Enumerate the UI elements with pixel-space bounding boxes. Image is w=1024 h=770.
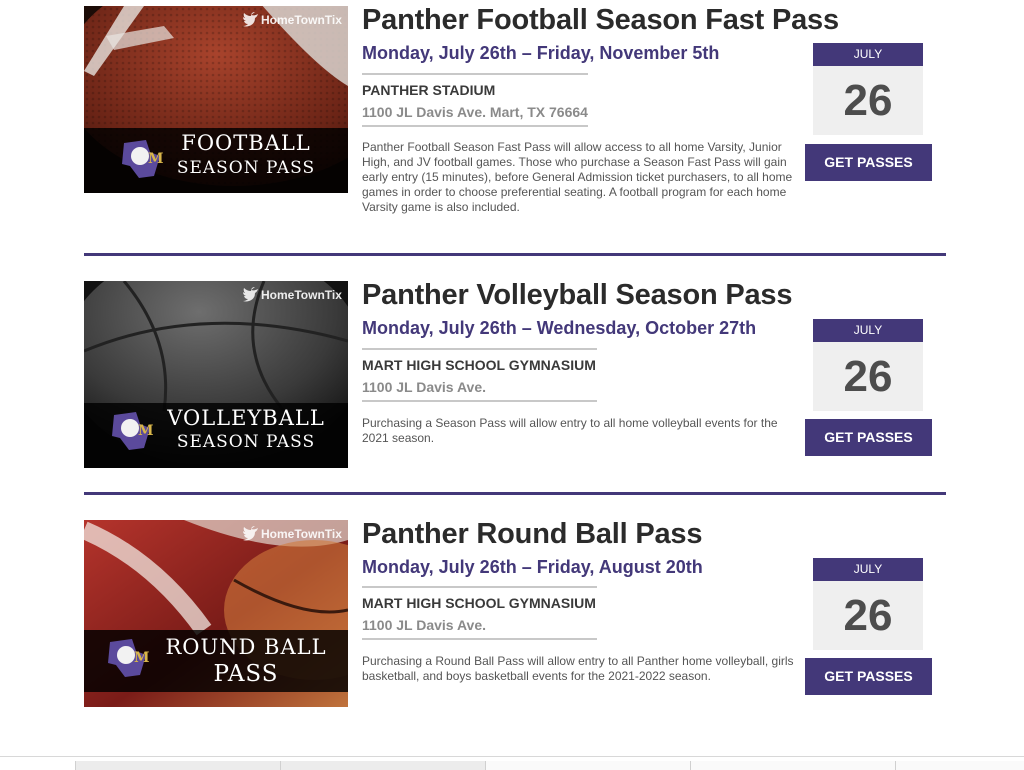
calendar-month: JULY xyxy=(813,319,923,342)
divider-short xyxy=(362,73,588,75)
event-card-football: M FOOTBALL SEASON PASS HomeTownTix Panth… xyxy=(84,4,946,236)
event-venue: MART HIGH SCHOOL GYMNASIUM xyxy=(362,595,596,611)
event-venue: PANTHER STADIUM xyxy=(362,82,496,98)
calendar-day: 26 xyxy=(813,342,923,411)
event-title[interactable]: Panther Football Season Fast Pass xyxy=(362,4,839,37)
section-divider xyxy=(84,253,946,256)
event-venue: MART HIGH SCHOOL GYMNASIUM xyxy=(362,357,596,373)
get-passes-button[interactable]: GET PASSES xyxy=(805,144,932,181)
banner-line2: PASS xyxy=(213,661,278,687)
get-passes-button[interactable]: GET PASSES xyxy=(805,419,932,456)
get-passes-button[interactable]: GET PASSES xyxy=(805,658,932,695)
event-description: Panther Football Season Fast Pass will a… xyxy=(362,140,793,214)
event-dates: Monday, July 26th – Friday, August 20th xyxy=(362,557,703,577)
calendar-month: JULY xyxy=(813,558,923,581)
divider-short xyxy=(362,125,588,127)
divider-short xyxy=(362,348,597,350)
event-title[interactable]: Panther Volleyball Season Pass xyxy=(362,279,792,312)
event-address: 1100 JL Davis Ave. xyxy=(362,379,487,395)
bottom-tab-strip xyxy=(0,756,1024,770)
event-title[interactable]: Panther Round Ball Pass xyxy=(362,518,702,551)
event-dates: Monday, July 26th – Friday, November 5th xyxy=(362,43,720,63)
svg-text:M: M xyxy=(148,151,164,167)
section-divider xyxy=(84,492,946,495)
banner-line1: VOLLEYBALL xyxy=(166,406,325,430)
event-card-roundball: M ROUND BALL PASS HomeTownTix Panther Ro… xyxy=(84,518,946,720)
divider-short xyxy=(362,638,597,640)
event-address: 1100 JL Davis Ave. xyxy=(362,617,487,633)
event-description: Purchasing a Round Ball Pass will allow … xyxy=(362,654,794,683)
event-image-volleyball[interactable]: M VOLLEYBALL SEASON PASS HomeTownTix xyxy=(84,281,348,468)
banner-line2: SEASON PASS xyxy=(177,432,315,452)
divider-short xyxy=(362,400,597,402)
calendar-month: JULY xyxy=(813,43,923,66)
event-description: Purchasing a Season Pass will allow entr… xyxy=(362,416,778,445)
watermark-text: HomeTownTix xyxy=(261,527,342,541)
event-card-volleyball: M VOLLEYBALL SEASON PASS HomeTownTix Pan… xyxy=(84,279,946,481)
divider-short xyxy=(362,586,597,588)
banner-line2: SEASON PASS xyxy=(177,158,315,178)
event-dates: Monday, July 26th – Wednesday, October 2… xyxy=(362,318,757,338)
calendar-day: 26 xyxy=(813,66,923,135)
svg-text:M: M xyxy=(138,423,154,439)
event-address: 1100 JL Davis Ave. Mart, TX 76664 xyxy=(362,104,588,120)
watermark-text: HomeTownTix xyxy=(261,288,342,302)
event-image-roundball[interactable]: M ROUND BALL PASS HomeTownTix xyxy=(84,520,348,707)
svg-text:M: M xyxy=(134,650,150,666)
banner-line1: FOOTBALL xyxy=(181,131,311,155)
watermark-text: HomeTownTix xyxy=(261,13,342,27)
banner-line1: ROUND BALL xyxy=(165,635,326,659)
event-image-football[interactable]: M FOOTBALL SEASON PASS HomeTownTix xyxy=(84,6,348,193)
calendar-day: 26 xyxy=(813,581,923,650)
